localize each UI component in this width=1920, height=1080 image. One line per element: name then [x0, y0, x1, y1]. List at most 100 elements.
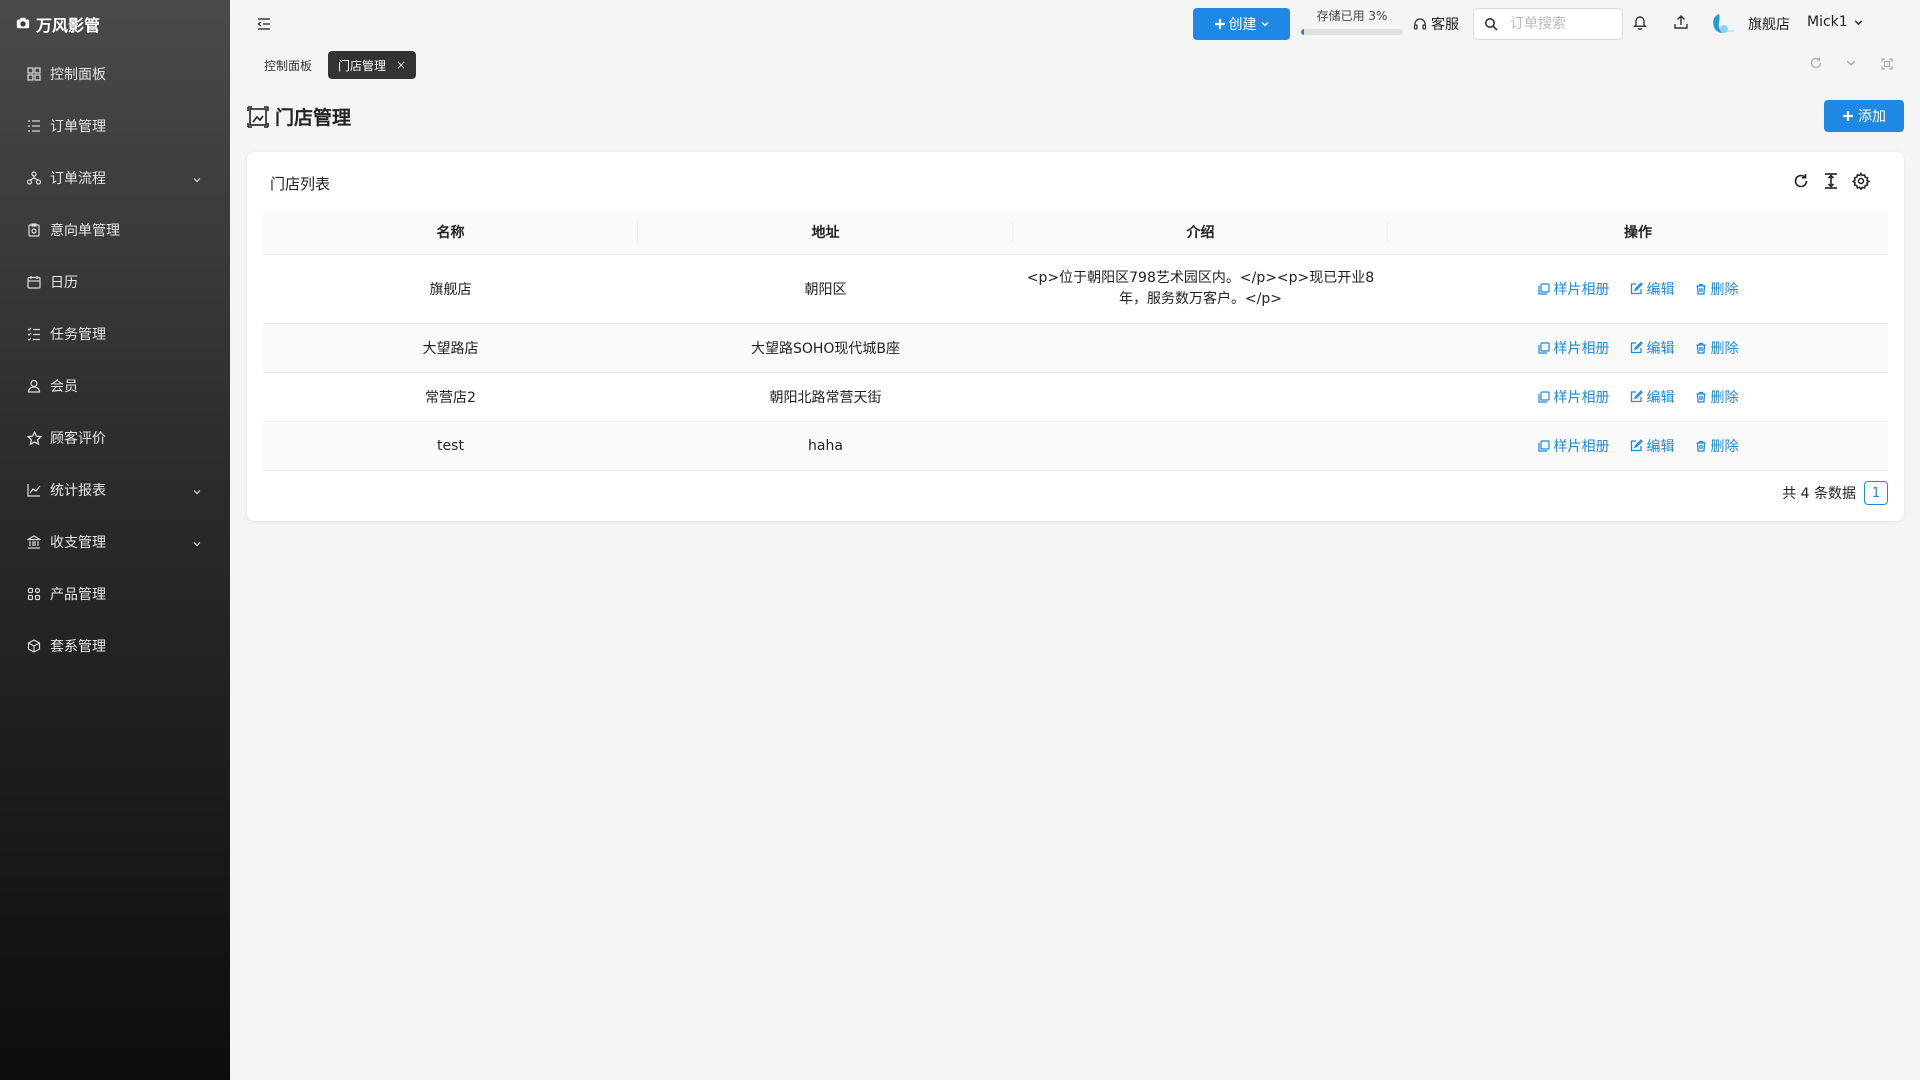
- sidebar-item-finance[interactable]: 收支管理: [0, 516, 230, 568]
- cell-name: 大望路店: [263, 323, 638, 373]
- column-header-name: 名称: [263, 210, 638, 255]
- user-menu[interactable]: Mick1: [1807, 14, 1864, 30]
- delete-link[interactable]: 删除: [1695, 387, 1739, 407]
- sidebar-item-packages[interactable]: 套系管理: [0, 620, 230, 672]
- delete-link[interactable]: 删除: [1695, 338, 1739, 358]
- customer-service-button[interactable]: 客服: [1413, 14, 1459, 34]
- sidebar-item-reports[interactable]: 统计报表: [0, 464, 230, 516]
- album-label: 样片相册: [1553, 389, 1610, 406]
- total-count: 共 4 条数据: [1782, 486, 1856, 502]
- headset-icon: [1413, 18, 1427, 30]
- sidebar-item-label: 产品管理: [50, 587, 106, 603]
- cell-name: 旗舰店: [263, 254, 638, 324]
- tab-label: 门店管理: [338, 58, 387, 73]
- album-label: 样片相册: [1553, 281, 1610, 298]
- album-link[interactable]: 样片相册: [1537, 387, 1610, 407]
- edit-link[interactable]: 编辑: [1630, 279, 1675, 299]
- sidebar-item-label: 收支管理: [50, 535, 106, 551]
- album-icon: [1537, 282, 1550, 295]
- store-switcher[interactable]: 旗舰店: [1710, 12, 1790, 36]
- line-chart-icon: [26, 482, 42, 498]
- edit-icon: [1630, 282, 1643, 295]
- topbar: 创建 存储已用 3% 客服 旗舰店 Mick1: [230, 0, 1920, 48]
- sidebar-item-products[interactable]: 产品管理: [0, 568, 230, 620]
- sidebar-item-label: 控制面板: [50, 67, 106, 83]
- brand[interactable]: 万风影管: [0, 0, 230, 48]
- tab-dashboard[interactable]: 控制面板: [254, 51, 322, 79]
- storage-bar-fill: [1301, 29, 1305, 35]
- upload-icon[interactable]: [1673, 14, 1691, 32]
- sidebar-item-label: 统计报表: [50, 483, 106, 499]
- cell-address: haha: [638, 421, 1013, 471]
- reload-icon[interactable]: [1792, 172, 1810, 190]
- sidebar-item-orders[interactable]: 订单管理: [0, 100, 230, 152]
- tab-store-management[interactable]: 门店管理 ×: [328, 51, 417, 79]
- store-logo-icon: [1710, 12, 1736, 36]
- album-icon: [1537, 390, 1550, 403]
- page-title: 门店管理: [247, 103, 351, 130]
- edit-label: 编辑: [1646, 281, 1675, 298]
- bank-icon: [26, 534, 42, 550]
- products-icon: [26, 586, 42, 602]
- bell-icon[interactable]: [1632, 14, 1650, 32]
- trash-icon: [1696, 342, 1705, 354]
- album-link[interactable]: 样片相册: [1537, 436, 1610, 456]
- album-icon: [1537, 341, 1550, 354]
- sidebar-item-calendar[interactable]: 日历: [0, 256, 230, 308]
- edit-label: 编辑: [1646, 340, 1675, 357]
- cell-intro: [1013, 421, 1388, 471]
- sidebar-item-label: 套系管理: [50, 639, 106, 655]
- card-toolbar: [1780, 172, 1871, 191]
- menu-fold-icon[interactable]: [256, 16, 272, 32]
- create-button[interactable]: 创建: [1193, 8, 1290, 40]
- cell-address: 朝阳北路常营天街: [638, 372, 1013, 422]
- list-icon: [26, 118, 42, 134]
- storage-bar: [1301, 29, 1403, 35]
- album-label: 样片相册: [1553, 438, 1610, 455]
- table-row: 大望路店 大望路SOHO现代城B座 样片相册 编辑 删除: [263, 323, 1888, 373]
- sidebar-item-label: 任务管理: [50, 327, 106, 343]
- cell-address: 大望路SOHO现代城B座: [638, 323, 1013, 373]
- sidebar-item-reviews[interactable]: 顾客评价: [0, 412, 230, 464]
- refresh-tab-icon[interactable]: [1809, 56, 1823, 70]
- add-button[interactable]: 添加: [1824, 100, 1904, 132]
- sidebar-item-tasks[interactable]: 任务管理: [0, 308, 230, 360]
- delete-link[interactable]: 删除: [1695, 436, 1739, 456]
- sidebar-item-label: 意向单管理: [50, 223, 120, 239]
- sidebar-item-dashboard[interactable]: 控制面板: [0, 48, 230, 100]
- cell-name: 常营店2: [263, 372, 638, 422]
- pagination: 共 4 条数据 1: [1782, 481, 1888, 505]
- edit-link[interactable]: 编辑: [1630, 387, 1675, 407]
- order-search[interactable]: [1473, 8, 1623, 40]
- flow-icon: [26, 170, 42, 186]
- cell-actions: 样片相册 编辑 删除: [1388, 372, 1888, 422]
- tab-label: 控制面板: [264, 58, 313, 73]
- delete-label: 删除: [1710, 389, 1739, 406]
- delete-link[interactable]: 删除: [1695, 279, 1739, 299]
- store-name: 旗舰店: [1748, 17, 1790, 33]
- plus-icon: [1214, 19, 1225, 29]
- chevron-down-icon[interactable]: [1845, 57, 1859, 71]
- edit-label: 编辑: [1646, 438, 1675, 455]
- column-height-icon[interactable]: [1822, 172, 1840, 190]
- album-link[interactable]: 样片相册: [1537, 279, 1610, 299]
- fullscreen-icon[interactable]: [1881, 58, 1895, 72]
- edit-link[interactable]: 编辑: [1630, 338, 1675, 358]
- album-label: 样片相册: [1553, 340, 1610, 357]
- intro-text: <p>位于朝阳区798艺术园区内。</p><p>现已开业8年，服务数万客户。</…: [1026, 269, 1375, 307]
- page-number-button[interactable]: 1: [1864, 481, 1888, 505]
- storage-text: 存储已用 3%: [1316, 9, 1388, 23]
- delete-label: 删除: [1710, 281, 1739, 298]
- close-icon[interactable]: ×: [396, 58, 406, 72]
- grid-icon: [26, 66, 42, 82]
- cell-name: test: [263, 421, 638, 471]
- edit-link[interactable]: 编辑: [1630, 436, 1675, 456]
- settings-icon[interactable]: [1851, 172, 1871, 191]
- task-list-icon: [26, 326, 42, 342]
- app-title: 万风影管: [36, 16, 101, 35]
- sidebar-item-members[interactable]: 会员: [0, 360, 230, 412]
- album-link[interactable]: 样片相册: [1537, 338, 1610, 358]
- sidebar-item-order-flow[interactable]: 订单流程: [0, 152, 230, 204]
- search-input[interactable]: [1510, 16, 1610, 32]
- sidebar-item-intent[interactable]: 意向单管理: [0, 204, 230, 256]
